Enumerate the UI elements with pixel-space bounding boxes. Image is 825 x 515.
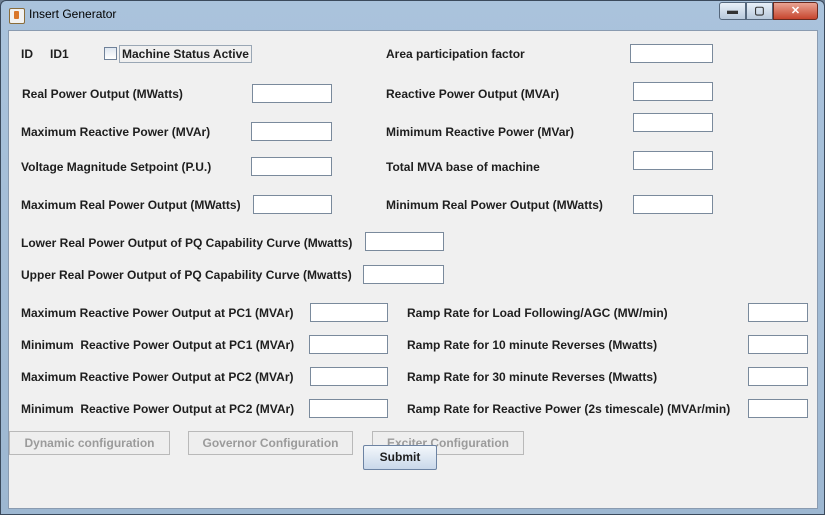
ramp-10min-field[interactable] (748, 335, 808, 354)
java-app-icon (9, 8, 25, 24)
form-panel: ID ID1 Machine Status Active Area partic… (8, 30, 818, 509)
min-reactive-pc2-label: Minimum Reactive Power Output at PC2 (MV… (21, 402, 295, 416)
area-participation-label: Area participation factor (386, 47, 525, 61)
machine-status-checkbox[interactable] (104, 47, 117, 60)
minimize-button[interactable]: ▬ (719, 2, 746, 20)
voltage-setpoint-field[interactable] (251, 157, 332, 176)
max-reactive-pc2-field[interactable] (310, 367, 388, 386)
max-real-power-field[interactable] (253, 195, 332, 214)
governor-configuration-button[interactable]: Governor Configuration (188, 431, 353, 455)
min-reactive-pc2-field[interactable] (309, 399, 388, 418)
maximize-button[interactable]: ▢ (746, 2, 773, 20)
ramp-load-following-label: Ramp Rate for Load Following/AGC (MW/min… (407, 306, 668, 320)
machine-status-label[interactable]: Machine Status Active (119, 45, 252, 63)
window-title: Insert Generator (29, 7, 117, 21)
id-label: ID (21, 47, 33, 61)
lower-pq-curve-label: Lower Real Power Output of PQ Capability… (21, 236, 353, 250)
id-value: ID1 (50, 47, 69, 61)
max-reactive-power-label: Maximum Reactive Power (MVAr) (21, 125, 211, 139)
max-reactive-pc1-label: Maximum Reactive Power Output at PC1 (MV… (21, 306, 294, 320)
ramp-10min-label: Ramp Rate for 10 minute Reverses (Mwatts… (407, 338, 658, 352)
area-participation-field[interactable] (630, 44, 713, 63)
insert-generator-window: Insert Generator ▬ ▢ ✕ ID ID1 Machine St… (0, 0, 825, 515)
ramp-reactive-field[interactable] (748, 399, 808, 418)
lower-pq-curve-field[interactable] (365, 232, 444, 251)
reactive-power-output-label: Reactive Power Output (MVAr) (386, 87, 560, 101)
min-reactive-pc1-label: Minimum Reactive Power Output at PC1 (MV… (21, 338, 295, 352)
real-power-output-field[interactable] (252, 84, 332, 103)
voltage-setpoint-label: Voltage Magnitude Setpoint (P.U.) (21, 160, 212, 174)
max-reactive-power-field[interactable] (251, 122, 332, 141)
ramp-30min-field[interactable] (748, 367, 808, 386)
max-reactive-pc1-field[interactable] (310, 303, 388, 322)
min-reactive-power-field[interactable] (633, 113, 713, 132)
max-real-power-label: Maximum Real Power Output (MWatts) (21, 198, 241, 212)
submit-button[interactable]: Submit (363, 445, 437, 470)
total-mva-base-label: Total MVA base of machine (386, 160, 540, 174)
max-reactive-pc2-label: Maximum Reactive Power Output at PC2 (MV… (21, 370, 294, 384)
min-reactive-power-label: Mimimum Reactive Power (MVar) (386, 125, 575, 139)
min-real-power-field[interactable] (633, 195, 713, 214)
ramp-reactive-label: Ramp Rate for Reactive Power (2s timesca… (407, 402, 731, 416)
total-mva-base-field[interactable] (633, 151, 713, 170)
min-real-power-label: Minimum Real Power Output (MWatts) (386, 198, 603, 212)
close-button[interactable]: ✕ (773, 2, 818, 20)
real-power-output-label: Real Power Output (MWatts) (22, 87, 183, 101)
upper-pq-curve-field[interactable] (363, 265, 444, 284)
dynamic-configuration-button[interactable]: Dynamic configuration (9, 431, 170, 455)
reactive-power-output-field[interactable] (633, 82, 713, 101)
title-bar[interactable]: Insert Generator ▬ ▢ ✕ (1, 1, 824, 29)
ramp-load-following-field[interactable] (748, 303, 808, 322)
ramp-30min-label: Ramp Rate for 30 minute Reverses (Mwatts… (407, 370, 658, 384)
upper-pq-curve-label: Upper Real Power Output of PQ Capability… (21, 268, 352, 282)
min-reactive-pc1-field[interactable] (309, 335, 388, 354)
